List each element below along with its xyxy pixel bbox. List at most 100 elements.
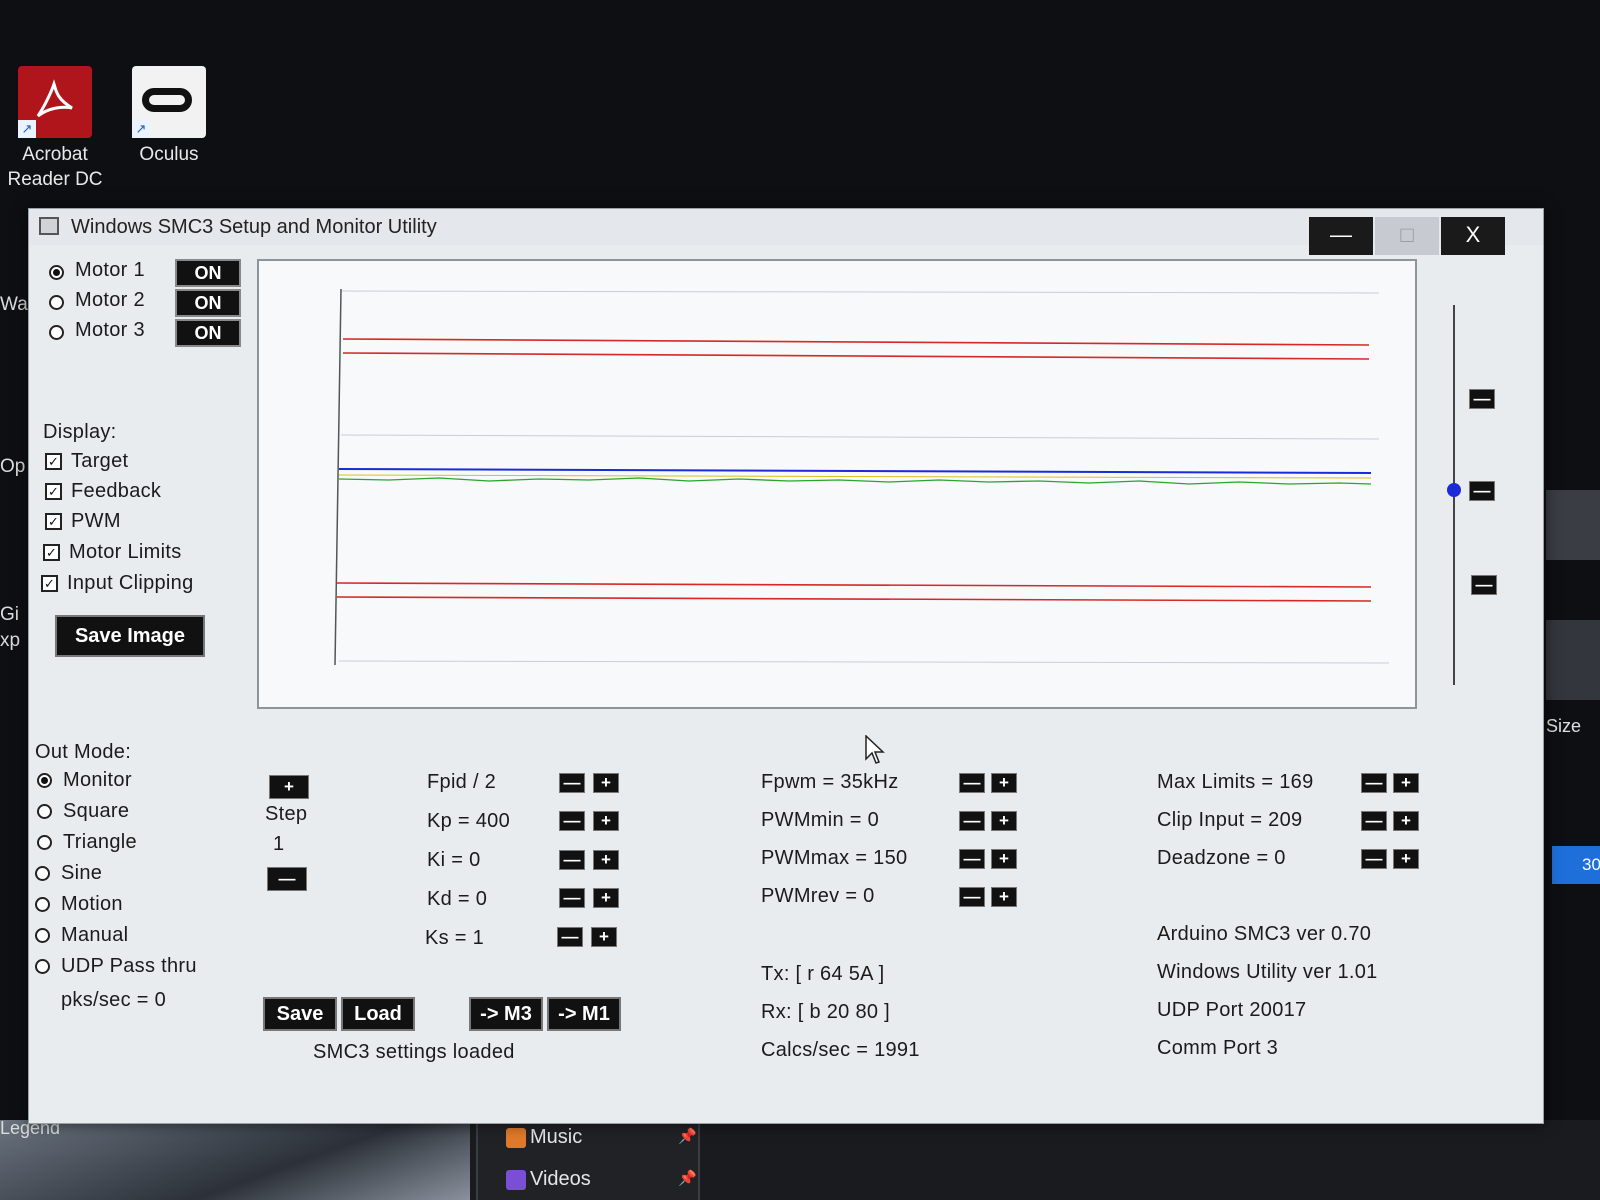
step-label: Step — [265, 803, 308, 825]
copy-to-m1-button[interactable]: -> M1 — [547, 997, 621, 1031]
motor-2-label: Motor 2 — [75, 289, 145, 311]
motor-1-toggle[interactable]: ON — [175, 259, 241, 287]
fpwm-label: Fpwm = 35kHz — [761, 771, 899, 793]
save-settings-button[interactable]: Save — [263, 997, 337, 1031]
comm-port: Comm Port 3 — [1157, 1037, 1279, 1059]
wallpaper-strip — [0, 1120, 470, 1200]
target-label: Target — [71, 450, 129, 472]
motor-3-radio[interactable] — [49, 325, 64, 340]
column-header-size[interactable]: Size — [1546, 716, 1581, 737]
motor-limits-label: Motor Limits — [69, 541, 182, 563]
ks-plus-button[interactable]: + — [591, 927, 617, 947]
fpid-plus-button[interactable]: + — [593, 773, 619, 793]
pwmrev-plus-button[interactable]: + — [991, 887, 1017, 907]
clip-input-plus-button[interactable]: + — [1393, 811, 1419, 831]
background-window-fragment — [1546, 620, 1600, 700]
feedback-checkbox[interactable]: ✓ — [45, 483, 62, 500]
motor-2-radio[interactable] — [49, 295, 64, 310]
step-minus-button[interactable]: — — [267, 867, 307, 891]
title-bar[interactable]: Windows SMC3 Setup and Monitor Utility —… — [29, 209, 1543, 255]
max-limits-plus-button[interactable]: + — [1393, 773, 1419, 793]
deadzone-label: Deadzone = 0 — [1157, 847, 1286, 869]
explorer-item-music[interactable]: Music 📌 — [506, 1126, 697, 1149]
pwmmax-label: PWMmax = 150 — [761, 847, 908, 869]
kp-minus-button[interactable]: — — [559, 811, 585, 831]
ks-minus-button[interactable]: — — [557, 927, 583, 947]
clip-input-minus-button[interactable]: — — [1361, 811, 1387, 831]
out-mode-heading: Out Mode: — [35, 741, 132, 763]
fpwm-minus-button[interactable]: — — [959, 773, 985, 793]
plot-gridline — [340, 434, 1380, 440]
upper-motor-limit-line — [342, 338, 1370, 346]
desktop-icon-oculus[interactable]: ↗ Oculus — [114, 66, 224, 167]
mode-motion-radio[interactable] — [35, 897, 50, 912]
pwmrev-minus-button[interactable]: — — [959, 887, 985, 907]
fpid-minus-button[interactable]: — — [559, 773, 585, 793]
window-title: Windows SMC3 Setup and Monitor Utility — [71, 216, 437, 238]
pwmrev-label: PWMrev = 0 — [761, 885, 875, 907]
motor-3-toggle[interactable]: ON — [175, 319, 241, 347]
acrobat-icon: ↗ — [18, 66, 92, 138]
pwm-label: PWM — [71, 510, 121, 532]
ks-label: Ks = 1 — [425, 927, 485, 949]
tx-status: Tx: [ r 64 5A ] — [761, 963, 885, 985]
fpid-label: Fpid / 2 — [427, 771, 497, 793]
desktop-icon-label: Oculus — [139, 144, 199, 165]
selected-cell[interactable]: 30 — [1552, 846, 1600, 884]
music-icon — [506, 1128, 526, 1148]
mode-monitor-label: Monitor — [63, 769, 132, 791]
plot-scale-bottom-minus-button[interactable]: — — [1471, 575, 1497, 595]
plot-scale-top-minus-button[interactable]: — — [1469, 389, 1495, 409]
shortcut-arrow-icon: ↗ — [18, 120, 36, 138]
pwmmin-minus-button[interactable]: — — [959, 811, 985, 831]
motor-2-toggle[interactable]: ON — [175, 289, 241, 317]
ki-plus-button[interactable]: + — [593, 850, 619, 870]
motor-3-label: Motor 3 — [75, 319, 145, 341]
upper-clip-limit-line — [342, 352, 1370, 360]
step-plus-button[interactable]: + — [269, 775, 309, 799]
pwm-checkbox[interactable]: ✓ — [45, 513, 62, 530]
copy-to-m3-button[interactable]: -> M3 — [469, 997, 543, 1031]
smc3-window: Windows SMC3 Setup and Monitor Utility —… — [28, 208, 1544, 1124]
max-limits-minus-button[interactable]: — — [1361, 773, 1387, 793]
background-window-fragment — [1546, 490, 1600, 560]
kp-plus-button[interactable]: + — [593, 811, 619, 831]
desktop-icon-acrobat[interactable]: ↗ Acrobat Reader DC — [0, 66, 110, 192]
mode-udp-radio[interactable] — [35, 959, 50, 974]
ki-minus-button[interactable]: — — [559, 850, 585, 870]
target-line — [338, 468, 1372, 474]
videos-icon — [506, 1170, 526, 1190]
plot-scale-mid-minus-button[interactable]: — — [1469, 481, 1495, 501]
mode-square-radio[interactable] — [37, 804, 52, 819]
mode-sine-radio[interactable] — [35, 866, 50, 881]
motor-1-radio[interactable] — [49, 265, 64, 280]
app-icon — [39, 217, 59, 235]
lower-motor-limit-line — [336, 596, 1372, 602]
deadzone-minus-button[interactable]: — — [1361, 849, 1387, 869]
kd-minus-button[interactable]: — — [559, 888, 585, 908]
explorer-item-videos[interactable]: Videos 📌 — [506, 1168, 697, 1191]
window-body: Motor 1 ON Motor 2 ON Motor 3 ON Display… — [29, 245, 1543, 1123]
pwm-trace — [338, 474, 1372, 479]
input-clipping-checkbox[interactable]: ✓ — [41, 575, 58, 592]
pin-icon: 📌 — [678, 1128, 697, 1145]
oculus-icon: ↗ — [132, 66, 206, 138]
mode-monitor-radio[interactable] — [37, 773, 52, 788]
fpwm-plus-button[interactable]: + — [991, 773, 1017, 793]
lower-clip-limit-line — [336, 582, 1372, 588]
motor-limits-checkbox[interactable]: ✓ — [43, 544, 60, 561]
target-checkbox[interactable]: ✓ — [45, 453, 62, 470]
mode-triangle-radio[interactable] — [37, 835, 52, 850]
pwmmax-minus-button[interactable]: — — [959, 849, 985, 869]
mode-manual-radio[interactable] — [35, 928, 50, 943]
clip-input-label: Clip Input = 209 — [1157, 809, 1303, 831]
load-settings-button[interactable]: Load — [341, 997, 415, 1031]
pwmmin-plus-button[interactable]: + — [991, 811, 1017, 831]
save-image-button[interactable]: Save Image — [55, 615, 205, 657]
pwmmax-plus-button[interactable]: + — [991, 849, 1017, 869]
desktop-fragment: Op — [0, 456, 26, 477]
mode-triangle-label: Triangle — [63, 831, 137, 853]
vertical-slider-knob[interactable] — [1447, 483, 1461, 497]
kd-plus-button[interactable]: + — [593, 888, 619, 908]
deadzone-plus-button[interactable]: + — [1393, 849, 1419, 869]
